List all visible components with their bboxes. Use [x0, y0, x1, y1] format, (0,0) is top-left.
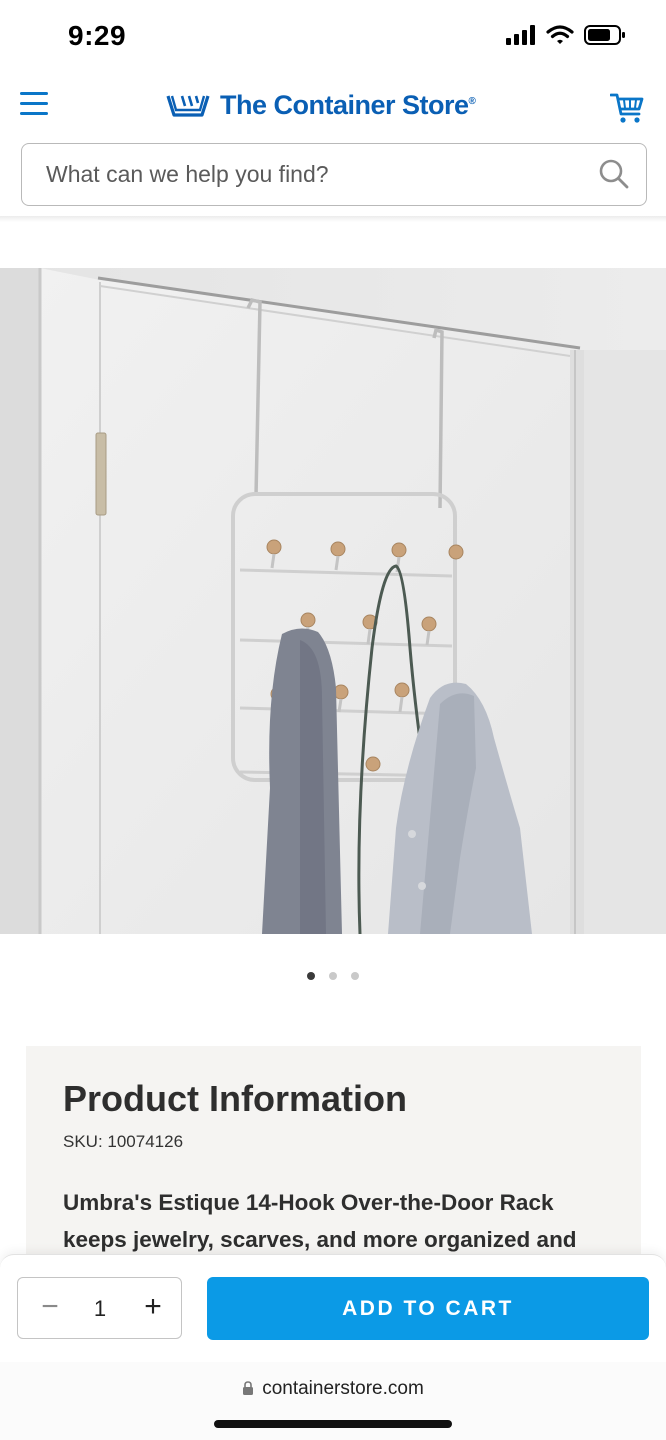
- browser-url-bar[interactable]: containerstore.com: [0, 1362, 666, 1440]
- quantity-value[interactable]: 1: [80, 1292, 120, 1326]
- brand-logo[interactable]: The Container Store®: [166, 90, 476, 121]
- container-store-logo-icon: [166, 95, 210, 117]
- wifi-icon: [546, 25, 574, 44]
- page: 9:29 The Container Store® What can we he…: [0, 0, 666, 1440]
- search-icon[interactable]: [598, 158, 630, 190]
- quantity-decrease-button[interactable]: −: [30, 1288, 70, 1328]
- add-to-cart-bar: − 1 + ADD TO CART: [0, 1254, 666, 1362]
- url-display[interactable]: containerstore.com: [0, 1378, 666, 1400]
- status-bar: 9:29: [0, 0, 666, 76]
- status-icons: [506, 24, 626, 46]
- home-indicator[interactable]: [214, 1420, 452, 1428]
- url-text: containerstore.com: [262, 1378, 424, 1399]
- shopping-cart-icon[interactable]: [610, 92, 644, 124]
- lock-icon: [243, 1381, 254, 1395]
- search-input[interactable]: [46, 144, 586, 204]
- header-divider: [0, 216, 666, 222]
- product-info-title: Product Information: [63, 1078, 407, 1119]
- quantity-increase-button[interactable]: +: [133, 1288, 173, 1328]
- add-to-cart-button[interactable]: ADD TO CART: [207, 1277, 649, 1340]
- carousel-dot-3[interactable]: [351, 972, 359, 980]
- quantity-stepper: − 1 +: [17, 1277, 182, 1339]
- site-header: The Container Store®: [0, 76, 666, 140]
- product-image[interactable]: [0, 268, 666, 934]
- signal-icon: [506, 25, 535, 45]
- brand-name: The Container Store®: [220, 90, 476, 120]
- product-sku: SKU: 10074126: [63, 1132, 184, 1151]
- battery-icon: [584, 25, 625, 45]
- search-bar: [21, 143, 647, 206]
- carousel-dot-2[interactable]: [329, 972, 337, 980]
- product-description: Umbra's Estique 14-Hook Over-the-Door Ra…: [63, 1190, 577, 1252]
- registered-mark: ®: [468, 96, 476, 107]
- carousel-dots: [0, 972, 666, 986]
- hamburger-menu-icon[interactable]: [20, 90, 50, 118]
- carousel-dot-1[interactable]: [307, 972, 315, 980]
- status-time: 9:29: [68, 20, 127, 51]
- product-photo: [0, 268, 666, 934]
